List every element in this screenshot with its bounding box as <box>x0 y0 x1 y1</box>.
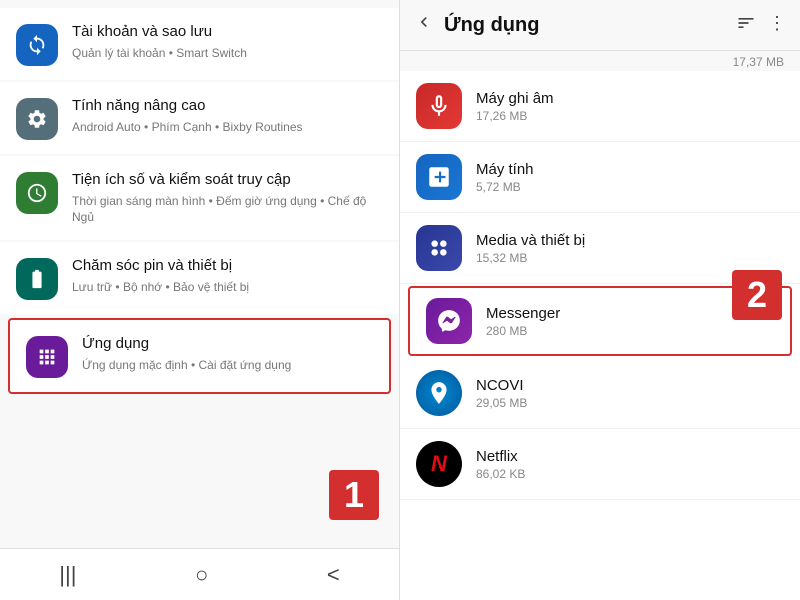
right-panel-title: Ứng dụng <box>444 14 736 37</box>
media-size: 15,32 MB <box>476 251 784 265</box>
messenger-name: Messenger <box>486 305 774 322</box>
media-icon <box>416 225 462 271</box>
tien-ich-icon <box>16 172 58 214</box>
cham-soc-title: Chăm sóc pin và thiết bị <box>72 256 383 276</box>
netflix-info: Netflix 86,02 KB <box>476 448 784 481</box>
tai-khoan-text: Tài khoản và sao lưu Quản lý tài khoản •… <box>72 22 383 61</box>
tai-khoan-title: Tài khoản và sao lưu <box>72 22 383 42</box>
may-ghi-am-name: Máy ghi âm <box>476 90 784 107</box>
settings-item-tinh-nang[interactable]: Tính năng nâng cao Android Auto • Phím C… <box>0 82 399 154</box>
cham-soc-text: Chăm sóc pin và thiết bị Lưu trữ • Bộ nh… <box>72 256 383 295</box>
may-tinh-info: Máy tính 5,72 MB <box>476 161 784 194</box>
settings-item-cham-soc[interactable]: Chăm sóc pin và thiết bị Lưu trữ • Bộ nh… <box>0 242 399 314</box>
header-icons: ⋮ <box>736 13 786 38</box>
settings-list: Tài khoản và sao lưu Quản lý tài khoản •… <box>0 0 399 548</box>
messenger-size: 280 MB <box>486 324 774 338</box>
app-item-netflix[interactable]: N Netflix 86,02 KB <box>400 429 800 500</box>
right-panel: Ứng dụng ⋮ 17,37 MB Máy ghi âm 17,26 MB <box>400 0 800 600</box>
may-tinh-name: Máy tính <box>476 161 784 178</box>
step-badge-2: 2 <box>732 270 782 320</box>
messenger-icon <box>426 298 472 344</box>
netflix-icon: N <box>416 441 462 487</box>
left-panel: Tài khoản và sao lưu Quản lý tài khoản •… <box>0 0 400 600</box>
tai-khoan-subtitle: Quản lý tài khoản • Smart Switch <box>72 45 383 62</box>
tinh-nang-icon <box>16 98 58 140</box>
netflix-name: Netflix <box>476 448 784 465</box>
may-ghi-am-info: Máy ghi âm 17,26 MB <box>476 90 784 123</box>
ung-dung-subtitle: Ứng dụng mặc định • Cài đặt ứng dụng <box>82 357 373 374</box>
settings-item-tai-khoan[interactable]: Tài khoản và sao lưu Quản lý tài khoản •… <box>0 8 399 80</box>
messenger-info: Messenger 280 MB <box>486 305 774 338</box>
media-info: Media và thiết bị 15,32 MB <box>476 232 784 265</box>
ung-dung-icon <box>26 336 68 378</box>
settings-item-ung-dung[interactable]: Ứng dụng Ứng dụng mặc định • Cài đặt ứng… <box>8 318 391 394</box>
may-ghi-am-icon <box>416 83 462 129</box>
tinh-nang-text: Tính năng nâng cao Android Auto • Phím C… <box>72 96 383 135</box>
tien-ich-title: Tiện ích số và kiểm soát truy cập <box>72 170 383 190</box>
cham-soc-icon <box>16 258 58 300</box>
may-ghi-am-size: 17,26 MB <box>476 109 784 123</box>
nav-back-btn[interactable]: < <box>311 554 356 596</box>
netflix-size: 86,02 KB <box>476 467 784 481</box>
nav-recent-btn[interactable]: ||| <box>43 554 92 596</box>
ung-dung-title: Ứng dụng <box>82 334 373 354</box>
app-item-may-ghi-am[interactable]: Máy ghi âm 17,26 MB <box>400 71 800 142</box>
nav-home-btn[interactable]: ○ <box>179 554 224 596</box>
settings-item-tien-ich[interactable]: Tiện ích số và kiểm soát truy cập Thời g… <box>0 156 399 240</box>
ncovi-size: 29,05 MB <box>476 396 784 410</box>
may-tinh-size: 5,72 MB <box>476 180 784 194</box>
ncovi-icon <box>416 370 462 416</box>
cham-soc-subtitle: Lưu trữ • Bộ nhớ • Bảo vệ thiết bị <box>72 279 383 296</box>
ncovi-info: NCOVI 29,05 MB <box>476 377 784 410</box>
tinh-nang-title: Tính năng nâng cao <box>72 96 383 116</box>
bottom-nav: ||| ○ < <box>0 548 399 600</box>
tai-khoan-icon <box>16 24 58 66</box>
media-name: Media và thiết bị <box>476 232 784 249</box>
tien-ich-text: Tiện ích số và kiểm soát truy cập Thời g… <box>72 170 383 226</box>
ncovi-name: NCOVI <box>476 377 784 394</box>
filter-icon[interactable] <box>736 13 756 38</box>
right-header: Ứng dụng ⋮ <box>400 0 800 51</box>
ung-dung-text: Ứng dụng Ứng dụng mặc định • Cài đặt ứng… <box>82 334 373 373</box>
may-tinh-icon <box>416 154 462 200</box>
back-button[interactable] <box>414 12 434 38</box>
app-item-ncovi[interactable]: NCOVI 29,05 MB <box>400 358 800 429</box>
scroll-hint: 17,37 MB <box>400 51 800 71</box>
tinh-nang-subtitle: Android Auto • Phím Cạnh • Bixby Routine… <box>72 119 383 136</box>
app-item-may-tinh[interactable]: Máy tính 5,72 MB <box>400 142 800 213</box>
app-list: Máy ghi âm 17,26 MB Máy tính 5,72 MB <box>400 71 800 600</box>
more-icon[interactable]: ⋮ <box>768 13 786 38</box>
tien-ich-subtitle: Thời gian sáng màn hình • Đếm giờ ứng dụ… <box>72 193 383 227</box>
step-badge-1: 1 <box>329 470 379 520</box>
